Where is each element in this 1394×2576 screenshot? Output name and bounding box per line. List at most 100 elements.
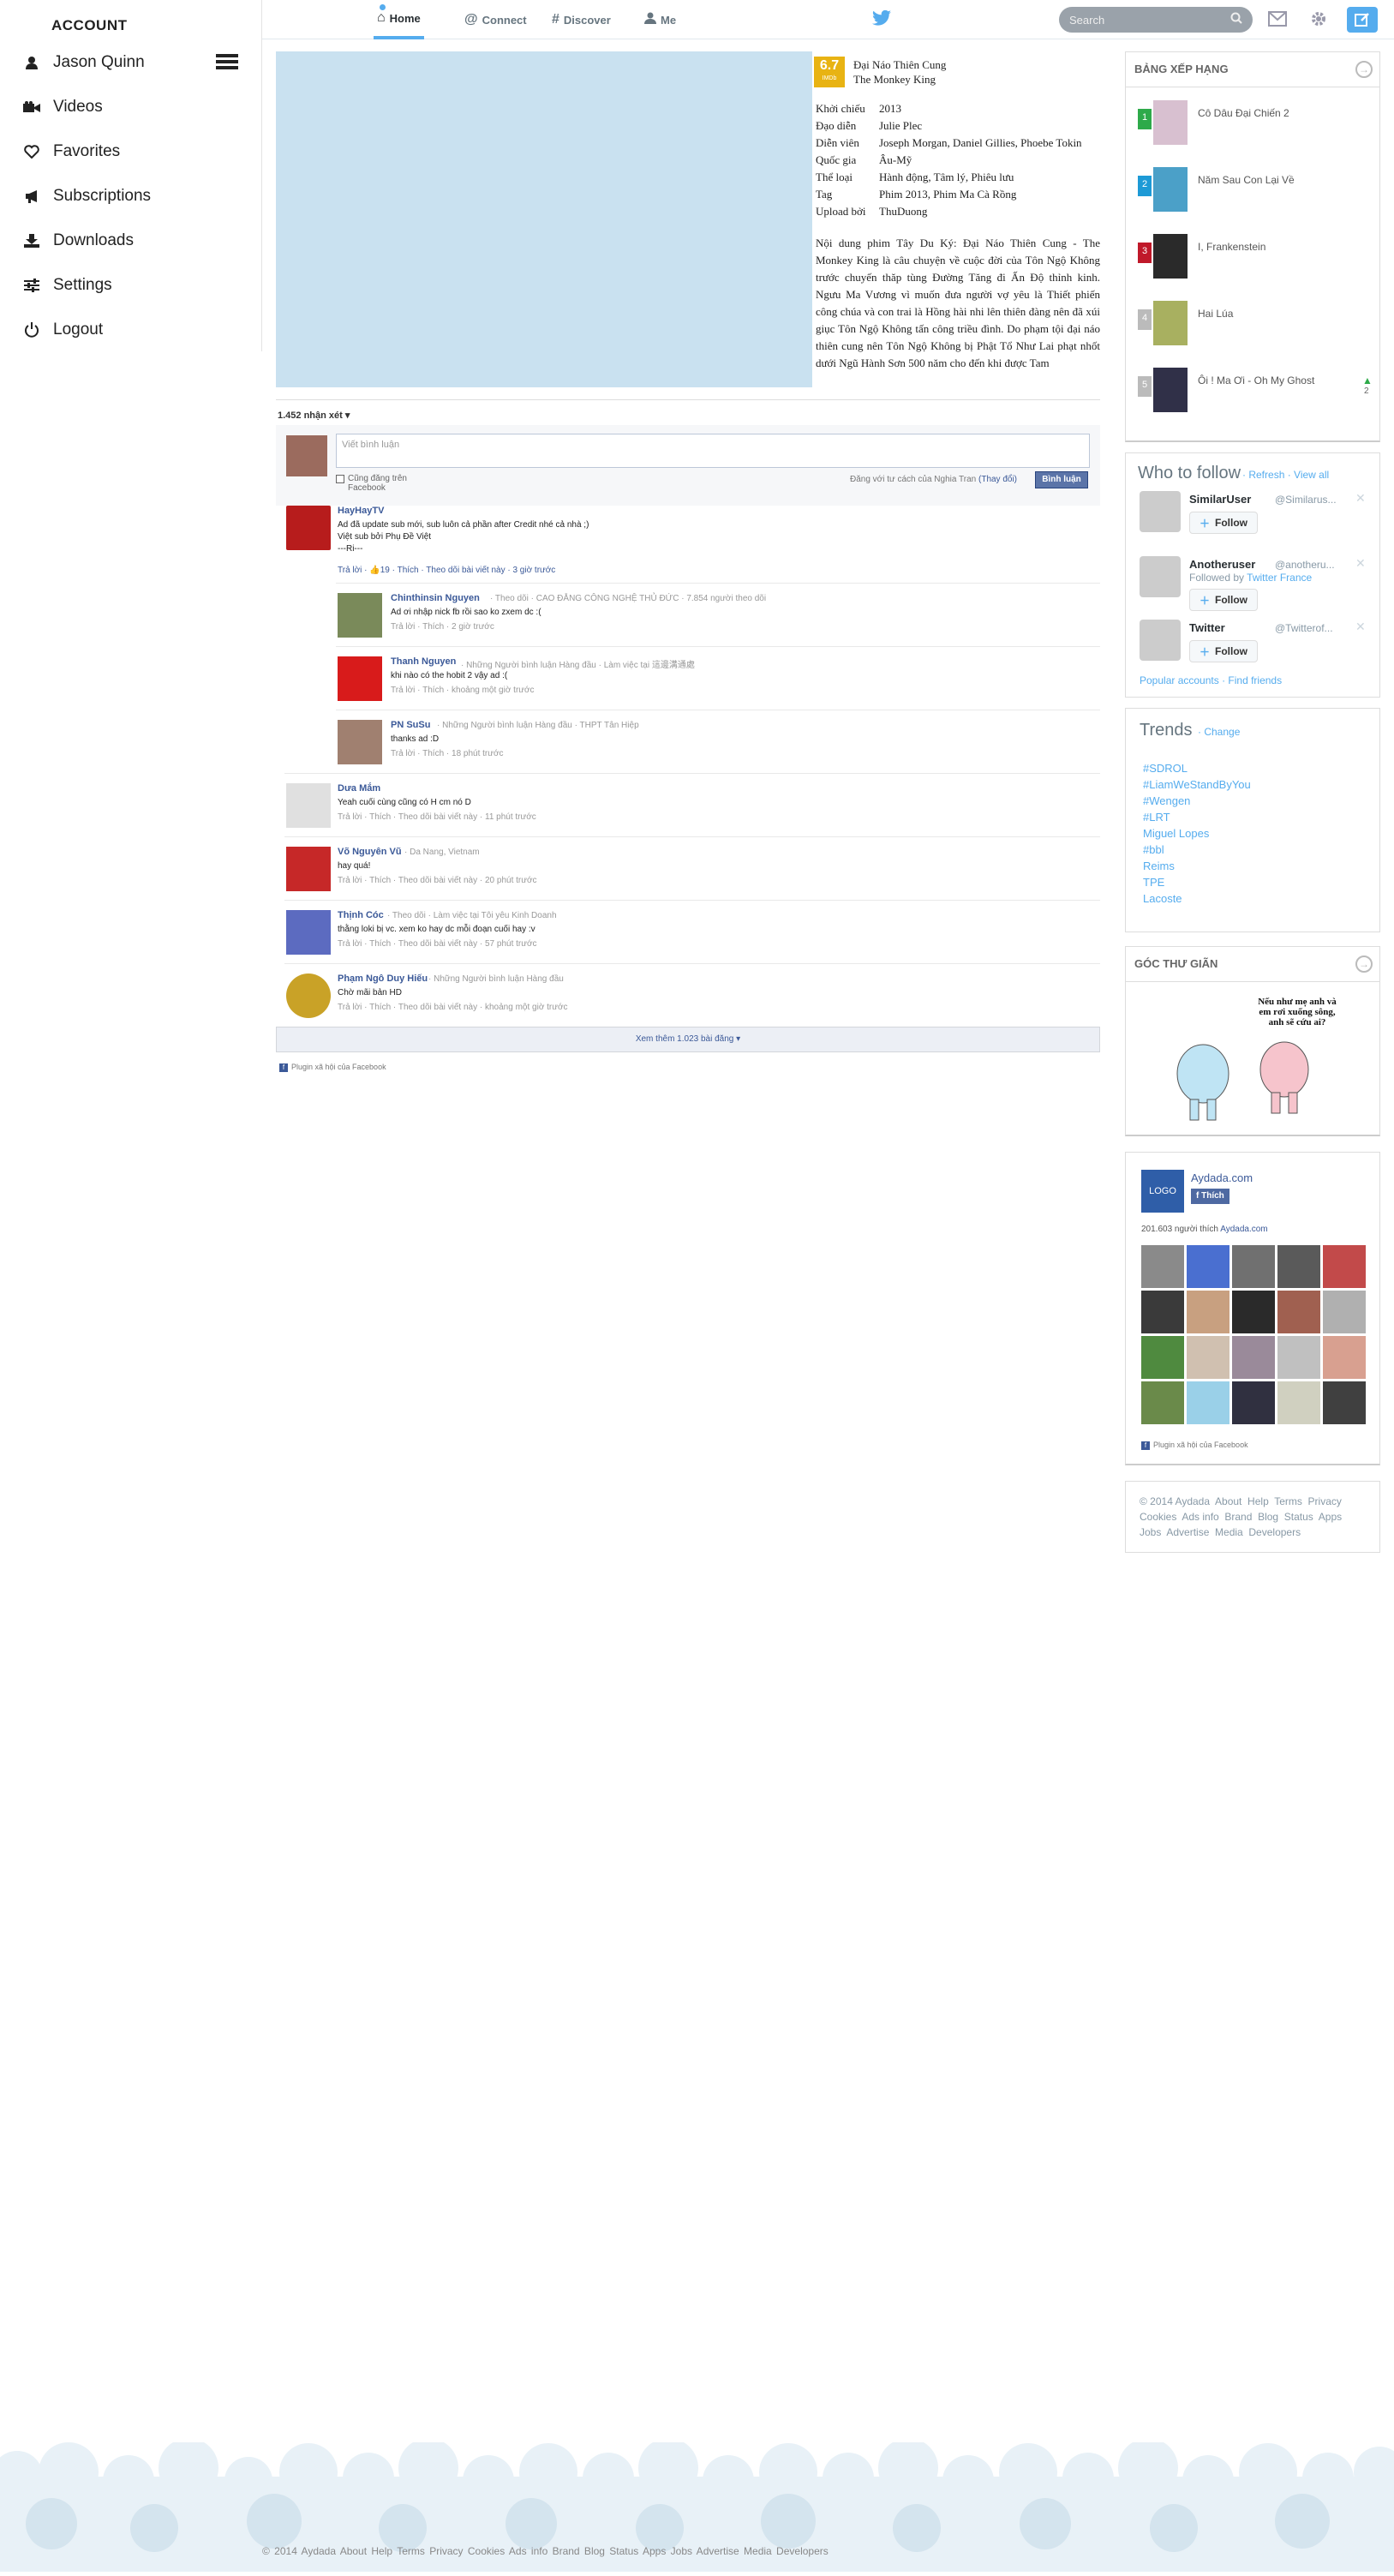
sliders-icon xyxy=(22,276,41,295)
fan-avatar[interactable] xyxy=(1277,1381,1320,1424)
fan-avatar[interactable] xyxy=(1232,1381,1275,1424)
trend-item[interactable]: Lacoste xyxy=(1143,892,1182,905)
post-to-facebook-checkbox[interactable] xyxy=(336,475,344,483)
comment-actions[interactable]: Trả lời · Thích · Theo dõi bài viết này … xyxy=(338,939,537,949)
fan-avatar[interactable] xyxy=(1187,1336,1229,1379)
envelope-icon[interactable] xyxy=(1268,11,1287,31)
follow-button[interactable]: ＋ Follow xyxy=(1189,640,1258,662)
comment-author[interactable]: Dưa Mắm xyxy=(338,783,380,794)
follow-button[interactable]: ＋ Follow xyxy=(1189,512,1258,534)
comment-input[interactable]: Viết bình luận xyxy=(336,434,1090,468)
comment-actions[interactable]: Trả lời · Thích · Theo dõi bài viết này … xyxy=(338,876,537,885)
tab-me[interactable]: Me xyxy=(644,0,676,39)
view-all-link[interactable]: View all xyxy=(1294,469,1329,481)
movie-poster[interactable] xyxy=(276,51,812,387)
fan-avatar[interactable] xyxy=(1277,1336,1320,1379)
change-trends-link[interactable]: · Change xyxy=(1198,726,1240,738)
trend-item[interactable]: TPE xyxy=(1143,876,1164,889)
page-footer-links[interactable]: © 2014 Aydada About Help Terms Privacy C… xyxy=(262,2545,829,2557)
fan-avatar[interactable] xyxy=(1277,1245,1320,1288)
sidebar-item-videos[interactable]: Videos xyxy=(22,94,103,120)
ranking-item[interactable]: 4 Hai Lúa xyxy=(1138,301,1369,345)
comment-author[interactable]: Võ Nguyên Vũ xyxy=(338,847,402,857)
ranking-item[interactable]: 3 I, Frankenstein xyxy=(1138,234,1369,279)
sidebar-item-profile[interactable]: Jason Quinn xyxy=(22,50,145,75)
comment-author[interactable]: Phạm Ngô Duy Hiếu xyxy=(338,973,428,984)
sidebar-item-downloads[interactable]: Downloads xyxy=(22,228,134,254)
page-name-link[interactable]: Aydada.com xyxy=(1191,1171,1253,1184)
sidebar-item-settings[interactable]: Settings xyxy=(22,273,112,298)
search-icon[interactable] xyxy=(1230,12,1242,28)
comment-actions[interactable]: Trả lời · Thích · khoảng một giờ trước xyxy=(391,686,535,695)
trends-title: Trends xyxy=(1140,721,1193,740)
detail-row: Thể loại Hành động, Tâm lý, Phiêu lưu xyxy=(816,171,1014,183)
fan-avatar[interactable] xyxy=(1232,1291,1275,1333)
fan-avatar[interactable] xyxy=(1232,1336,1275,1379)
fan-avatar[interactable] xyxy=(1141,1245,1184,1288)
trend-item[interactable]: #Wengen xyxy=(1143,794,1190,807)
fan-avatar[interactable] xyxy=(1141,1381,1184,1424)
tab-connect[interactable]: @ Connect xyxy=(464,0,527,39)
fan-avatar[interactable] xyxy=(1141,1291,1184,1333)
comment-author[interactable]: HayHayTV xyxy=(338,506,384,516)
comment-actions[interactable]: Trả lời · Thích · 2 giờ trước xyxy=(391,622,494,632)
menu-toggle-icon[interactable] xyxy=(206,51,238,72)
fan-avatar[interactable] xyxy=(1323,1381,1366,1424)
refresh-link[interactable]: · Refresh · View all xyxy=(1242,469,1329,481)
load-more-comments-button[interactable]: Xem thêm 1.023 bài đăng ▾ xyxy=(276,1027,1100,1052)
sidebar-item-label: Downloads xyxy=(53,231,134,249)
comment-author[interactable]: PN SuSu xyxy=(391,720,430,730)
comment-author[interactable]: Thịnh Cóc xyxy=(338,910,384,920)
change-account-link[interactable]: (Thay đổi) xyxy=(978,475,1017,484)
footer-links[interactable]: © 2014 Aydada About Help Terms Privacy Co… xyxy=(1140,1494,1342,1540)
trend-item[interactable]: #SDROL xyxy=(1143,762,1188,775)
sidebar-item-favorites[interactable]: Favorites xyxy=(22,139,120,165)
fan-avatar[interactable] xyxy=(1323,1245,1366,1288)
submit-comment-button[interactable]: Bình luận xyxy=(1035,471,1088,488)
at-sign-icon: @ xyxy=(464,12,478,27)
comment-text: hay quá! xyxy=(338,861,371,871)
follow-button[interactable]: ＋ Follow xyxy=(1189,589,1258,611)
comment-actions[interactable]: Trả lời · 👍19 · Thích · Theo dõi bài viế… xyxy=(338,566,555,575)
ranking-panel: BẢNG XẾP HẠNG → 1 Cô Dâu Đại Chiến 2 2 N… xyxy=(1125,51,1380,442)
trend-item[interactable]: #bbl xyxy=(1143,843,1164,856)
comment-actions[interactable]: Trả lời · Thích · Theo dõi bài viết này … xyxy=(338,812,536,822)
ranking-item[interactable]: 2 Năm Sau Con Lại Về xyxy=(1138,167,1369,212)
comment-author[interactable]: Thanh Nguyen xyxy=(391,656,456,667)
arrow-right-icon[interactable]: → xyxy=(1355,61,1373,78)
like-page-button[interactable]: f Thích xyxy=(1191,1189,1229,1204)
comment-count[interactable]: 1.452 nhận xét ▾ xyxy=(278,410,350,421)
fan-avatar[interactable] xyxy=(1187,1381,1229,1424)
comment-actions[interactable]: Trả lời · Thích · Theo dõi bài viết này … xyxy=(338,1003,568,1012)
fan-avatar[interactable] xyxy=(1141,1336,1184,1379)
trend-item[interactable]: Reims xyxy=(1143,860,1175,872)
fan-avatar[interactable] xyxy=(1323,1336,1366,1379)
ranking-item[interactable]: 1 Cô Dâu Đại Chiến 2 xyxy=(1138,100,1369,145)
fan-avatar[interactable] xyxy=(1323,1291,1366,1333)
dismiss-icon[interactable]: ✕ xyxy=(1355,556,1366,571)
find-friends-link[interactable]: Find friends xyxy=(1228,674,1282,686)
search-input[interactable]: Search xyxy=(1059,7,1253,33)
ranking-item[interactable]: 5 Ôi ! Ma Ơi - Oh My Ghost ▲ 2 xyxy=(1138,368,1373,412)
trend-item[interactable]: Miguel Lopes xyxy=(1143,827,1209,840)
dismiss-icon[interactable]: ✕ xyxy=(1355,620,1366,634)
account-header: ACCOUNT xyxy=(51,17,128,33)
fan-avatar[interactable] xyxy=(1187,1245,1229,1288)
fan-avatar[interactable] xyxy=(1277,1291,1320,1333)
fan-avatar[interactable] xyxy=(1187,1291,1229,1333)
gear-icon[interactable] xyxy=(1309,9,1328,33)
comment-actions[interactable]: Trả lời · Thích · 18 phút trước xyxy=(391,749,504,758)
compose-tweet-button[interactable] xyxy=(1347,7,1378,33)
arrow-right-icon[interactable]: → xyxy=(1355,956,1373,973)
trend-item[interactable]: #LRT xyxy=(1143,811,1170,824)
twitter-bird-icon[interactable] xyxy=(872,9,891,30)
tab-discover[interactable]: # Discover xyxy=(552,0,611,39)
dismiss-icon[interactable]: ✕ xyxy=(1355,491,1366,506)
sidebar-item-subscriptions[interactable]: Subscriptions xyxy=(22,183,151,209)
trend-item[interactable]: #LiamWeStandByYou xyxy=(1143,778,1251,791)
comment-author[interactable]: Chinthinsin Nguyen xyxy=(391,593,480,603)
sidebar-item-logout[interactable]: Logout xyxy=(22,317,103,343)
page-logo[interactable]: LOGO xyxy=(1141,1170,1184,1213)
fan-avatar[interactable] xyxy=(1232,1245,1275,1288)
popular-accounts-link[interactable]: Popular accounts xyxy=(1140,674,1219,686)
